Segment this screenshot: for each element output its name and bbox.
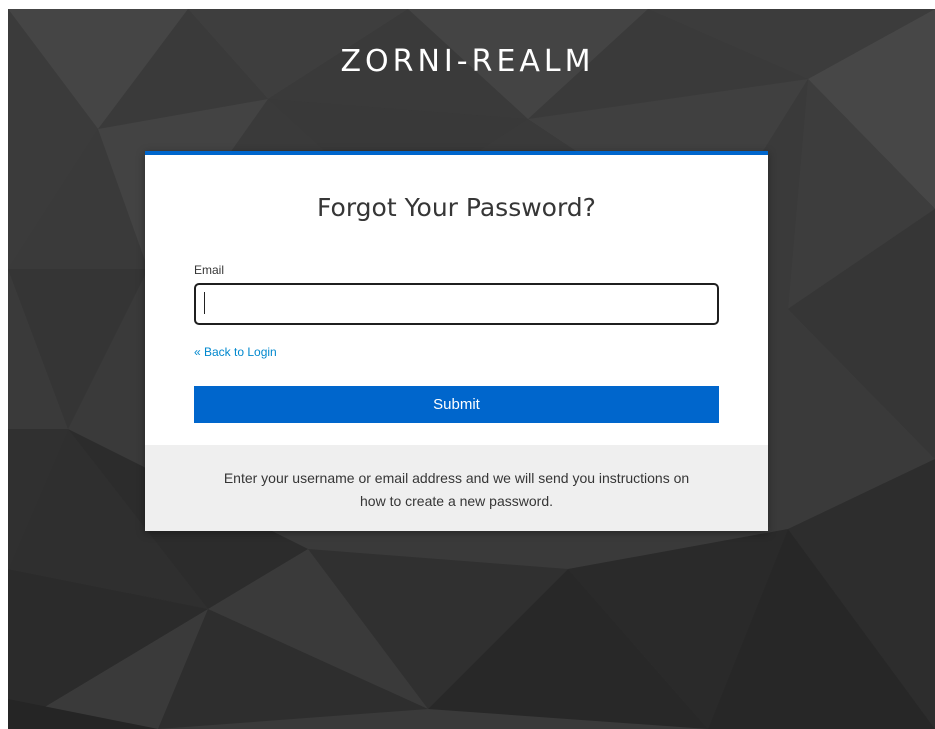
page-title: Forgot Your Password? <box>317 193 596 222</box>
submit-button[interactable]: Submit <box>194 386 719 423</box>
realm-title: ZORNI-REALM <box>340 44 595 79</box>
text-cursor <box>204 292 205 314</box>
email-field[interactable] <box>194 283 719 325</box>
instructions-text: Enter your username or email address and… <box>223 470 690 509</box>
forgot-password-card: Forgot Your Password? Email « Back to Lo… <box>145 151 768 531</box>
back-to-login-link[interactable]: « Back to Login <box>194 345 277 359</box>
instructions-panel: Enter your username or email address and… <box>145 445 768 531</box>
email-label: Email <box>194 263 225 277</box>
